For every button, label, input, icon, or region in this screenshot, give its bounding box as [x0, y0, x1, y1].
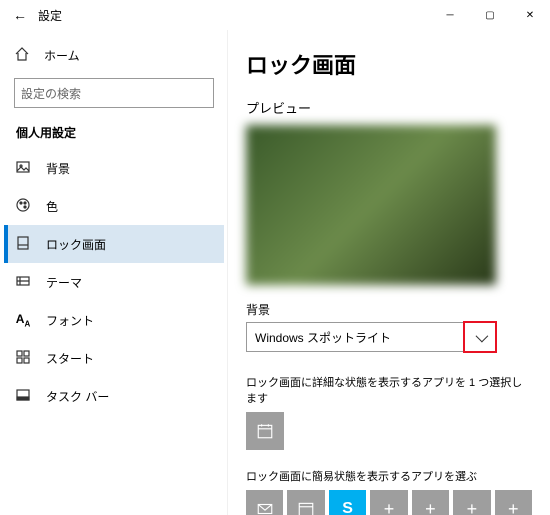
font-icon: AA: [14, 312, 32, 328]
skype-icon: S: [342, 500, 353, 515]
sidebar-item-label: ロック画面: [46, 236, 106, 253]
sidebar-item-label: 背景: [46, 160, 70, 177]
page-title: ロック画面: [246, 48, 532, 80]
lockscreen-preview: [246, 125, 496, 285]
picture-icon: [14, 159, 32, 178]
preview-label: プレビュー: [246, 98, 532, 117]
sidebar-item-label: スタート: [46, 350, 94, 367]
sidebar-item-themes[interactable]: テーマ: [4, 263, 224, 301]
mail-icon: [256, 500, 274, 515]
quick-status-slot-add[interactable]: +: [412, 490, 449, 515]
dropdown-value: Windows スポットライト: [255, 329, 391, 346]
back-button[interactable]: ←: [6, 7, 34, 23]
sidebar: ホーム 設定の検索 個人用設定 背景 色 ロック画面 テーマ AA フォント: [0, 30, 228, 515]
main-panel: ロック画面 プレビュー 背景 Windows スポットライト ロック画面に詳細な…: [228, 30, 550, 515]
plus-icon: +: [467, 499, 478, 515]
home-icon: [14, 46, 30, 65]
home-label: ホーム: [44, 47, 80, 64]
titlebar: ← 設定 ─ ▢ ✕: [0, 0, 550, 30]
quick-status-slot-add[interactable]: +: [370, 490, 407, 515]
quick-status-slot-mail[interactable]: [246, 490, 283, 515]
sidebar-item-colors[interactable]: 色: [4, 187, 224, 225]
theme-icon: [14, 273, 32, 292]
quick-status-slot-add[interactable]: +: [453, 490, 490, 515]
plus-icon: +: [384, 499, 395, 515]
calendar-icon: [256, 422, 274, 440]
lockscreen-icon: [14, 235, 32, 254]
sidebar-item-fonts[interactable]: AA フォント: [4, 301, 224, 339]
quick-status-label: ロック画面に簡易状態を表示するアプリを選ぶ: [246, 468, 532, 484]
quick-status-slot-calendar[interactable]: [287, 490, 324, 515]
sidebar-item-label: フォント: [46, 312, 94, 329]
sidebar-item-taskbar[interactable]: タスク バー: [4, 377, 224, 415]
start-icon: [14, 349, 32, 368]
sidebar-item-lockscreen[interactable]: ロック画面: [4, 225, 224, 263]
taskbar-icon: [14, 387, 32, 406]
detailed-status-app-slot[interactable]: [246, 412, 284, 450]
category-label: 個人用設定: [4, 118, 224, 149]
quick-status-slot-skype[interactable]: S: [329, 490, 366, 515]
sidebar-item-label: テーマ: [46, 274, 82, 291]
window-title: 設定: [34, 7, 430, 24]
chevron-down-icon: [465, 323, 495, 351]
palette-icon: [14, 197, 32, 216]
sidebar-item-label: タスク バー: [46, 388, 109, 405]
search-input[interactable]: 設定の検索: [14, 78, 214, 108]
home-link[interactable]: ホーム: [4, 38, 224, 72]
calendar-icon: [297, 500, 315, 515]
close-button[interactable]: ✕: [510, 0, 550, 30]
maximize-button[interactable]: ▢: [470, 0, 510, 30]
search-placeholder: 設定の検索: [21, 85, 207, 102]
detailed-status-label: ロック画面に詳細な状態を表示するアプリを 1 つ選択します: [246, 374, 532, 406]
sidebar-item-start[interactable]: スタート: [4, 339, 224, 377]
plus-icon: +: [425, 499, 436, 515]
background-label: 背景: [246, 301, 532, 318]
sidebar-item-label: 色: [46, 198, 58, 215]
sidebar-item-background[interactable]: 背景: [4, 149, 224, 187]
background-dropdown[interactable]: Windows スポットライト: [246, 322, 496, 352]
minimize-button[interactable]: ─: [430, 0, 470, 30]
highlight-box: [463, 321, 497, 353]
plus-icon: +: [508, 499, 519, 515]
quick-status-slot-add[interactable]: +: [495, 490, 532, 515]
